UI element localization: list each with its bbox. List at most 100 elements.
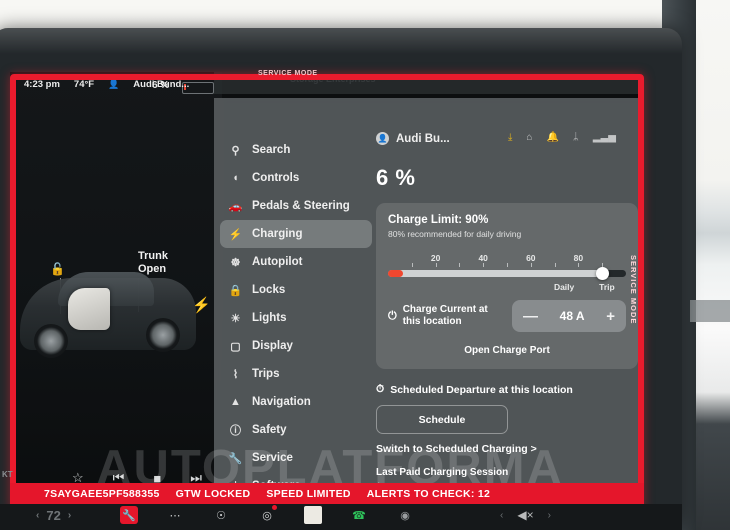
sidebar-item-trips[interactable]: ⌇ Trips (220, 360, 372, 388)
slider-tick-labels: 20 40 60 80 (388, 253, 626, 263)
car-rear-wheel (146, 318, 180, 352)
display-icon: ▢ (230, 340, 241, 353)
car-icon: 🚗 (228, 200, 243, 213)
sidebar-item-lights[interactable]: ☀ Lights (220, 304, 372, 332)
service-mode-top-label: SERVICE MODE (258, 70, 318, 77)
home-icon[interactable]: ⌂ (526, 132, 532, 143)
settings-sidebar[interactable]: ⚲ Search ◖ Controls 🚗 Pedals & Steering … (220, 136, 372, 500)
alerts-count[interactable]: ALERTS TO CHECK: 12 (367, 488, 490, 500)
person-icon: 👤 (376, 132, 389, 145)
toggle-icon: ◖ (232, 172, 239, 184)
infotainment-screen: 6 % Trunk Open 🔓 ⚡ ☆ ⏮ ■ ⏭ Storage Enter… (10, 72, 644, 510)
last-paid-session-label: Last Paid Charging Session (376, 467, 509, 478)
sidebar-item-autopilot[interactable]: ☸ Autopilot (220, 248, 372, 276)
status-temperature[interactable]: 74°F (74, 79, 94, 90)
bluetooth-icon[interactable]: ᛦ (573, 132, 579, 143)
sidebar-item-label: Service (252, 452, 293, 464)
slider-fill (388, 270, 603, 277)
vehicle-visualizer[interactable]: 6 % Trunk Open 🔓 ⚡ ☆ ⏮ ■ ⏭ (10, 72, 222, 510)
sidebar-item-label: Locks (252, 284, 286, 296)
corner-text: KT (2, 470, 13, 479)
sidebar-item-label: Display (252, 340, 293, 352)
charging-content: 👤 Audi Bu... ⤓ ⌂ 🔔 ᛦ ▂▃▅ 6 % Charge Limi… (376, 132, 638, 493)
screen-glare (0, 28, 682, 54)
slider-mode-labels: Daily Trip (388, 282, 626, 294)
gtw-status: GTW LOCKED (175, 487, 251, 500)
scheduled-departure-header: ⏱ Scheduled Departure at this location (376, 383, 638, 396)
navigation-icon: ▲ (230, 396, 241, 408)
alert-bar: 7SAYGAEE5PF588355 GTW LOCKED SPEED LIMIT… (10, 483, 644, 504)
sidebar-item-label: Navigation (252, 396, 311, 408)
joystick-icon[interactable]: ☉ (212, 506, 230, 524)
increment-button[interactable]: + (606, 308, 615, 325)
service-wrench-icon[interactable]: 🔧 (120, 506, 138, 524)
switch-to-scheduled-charging-link[interactable]: Switch to Scheduled Charging > (376, 443, 638, 455)
sidebar-item-pedals-steering[interactable]: 🚗 Pedals & Steering (220, 192, 372, 220)
dock-icons[interactable]: 🔧 ⋯ ☉ ◎ ☎ ◉ (120, 505, 414, 524)
slider-track[interactable] (388, 267, 626, 280)
sidebar-item-label: Pedals & Steering (252, 200, 350, 212)
sidebar-item-label: Autopilot (252, 256, 303, 268)
slider-tick-label: 80 (573, 253, 584, 263)
lock-icon: 🔒 (228, 284, 243, 297)
sidebar-item-navigation[interactable]: ▲ Navigation (220, 388, 372, 416)
settings-panel: ⚲ Search ◖ Controls 🚗 Pedals & Steering … (214, 98, 644, 510)
notes-icon[interactable] (304, 506, 322, 524)
more-apps-icon[interactable]: ⋯ (166, 506, 184, 524)
vehicle-vin: 7SAYGAEE5PF588355 (44, 487, 160, 500)
slider-current-charge (388, 270, 404, 277)
clock-icon: ⏱ (376, 383, 385, 395)
sidebar-item-display[interactable]: ▢ Display (220, 332, 372, 360)
cellular-signal-icon[interactable]: ▂▃▅ (593, 132, 616, 143)
temp-increase-icon[interactable]: › (68, 510, 71, 521)
camera-icon[interactable]: ◎ (258, 505, 277, 524)
background-ledge (690, 300, 730, 322)
safety-icon: ⓘ (230, 425, 241, 437)
car-render: ⚡ (14, 242, 211, 392)
sidebar-item-label: Lights (252, 312, 287, 324)
charge-bolt-icon: ⚡ (192, 297, 211, 314)
sidebar-item-service[interactable]: 🔧 Service (220, 444, 372, 472)
volume-next-icon[interactable]: › (548, 510, 551, 521)
sidebar-item-label: Trips (252, 368, 280, 380)
charge-current-row: ⏻ Charge Current at this location — 48 A… (388, 300, 626, 332)
charge-plug-icon: ⏻ (388, 310, 397, 322)
sidebar-item-charging[interactable]: ⚡ Charging (220, 220, 372, 248)
open-charge-port-button[interactable]: Open Charge Port (388, 345, 626, 356)
decrement-button[interactable]: — (523, 308, 538, 325)
sidebar-item-label: Charging (252, 228, 303, 240)
bolt-icon: ⚡ (228, 228, 243, 241)
volume-mute-icon[interactable]: ◀× (517, 508, 533, 522)
phone-icon[interactable]: ☎ (350, 506, 368, 524)
temperature-control[interactable]: ‹ 72 › (36, 508, 71, 523)
tray-icons[interactable]: ⤓ ⌂ 🔔 ᛦ ▂▃▅ (508, 132, 616, 143)
volume-prev-icon[interactable]: ‹ (500, 510, 503, 521)
sidebar-item-safety[interactable]: ⓘ Safety (220, 416, 372, 444)
charge-limit-slider[interactable]: 20 40 60 80 Daily Trip (388, 253, 626, 292)
volume-control[interactable]: ‹ ◀× › (500, 508, 551, 522)
slider-daily-label: Daily (553, 282, 575, 292)
charge-current-stepper[interactable]: — 48 A + (512, 300, 626, 332)
car-open-door (68, 288, 110, 330)
slider-tick-label: 60 (526, 253, 536, 263)
media-icon[interactable]: ◉ (396, 506, 414, 524)
charge-current-value: 48 A (559, 309, 585, 323)
sidebar-item-label: Safety (252, 424, 287, 436)
person-icon: 👤 (108, 78, 120, 89)
status-profile-name[interactable]: Audi Bund... (133, 79, 189, 90)
wrench-icon: 🔧 (228, 452, 243, 465)
schedule-button[interactable]: Schedule (376, 405, 508, 434)
temperature-value: 72 (46, 508, 61, 523)
notifications-icon[interactable]: 🔔 (546, 132, 558, 143)
battery-percent-heading: 6 % (376, 165, 416, 190)
trips-icon: ⌇ (232, 368, 239, 381)
charge-current-label-line2: this location (402, 316, 462, 327)
slider-handle[interactable] (596, 267, 610, 280)
charge-limit-title: Charge Limit: 90% (388, 214, 489, 226)
software-update-icon[interactable]: ⤓ (508, 132, 512, 143)
sidebar-item-controls[interactable]: ◖ Controls (220, 164, 372, 192)
temp-decrease-icon[interactable]: ‹ (36, 510, 39, 521)
sidebar-item-locks[interactable]: 🔒 Locks (220, 276, 372, 304)
search-icon: ⚲ (231, 144, 240, 157)
sidebar-item-search[interactable]: ⚲ Search (220, 136, 372, 164)
